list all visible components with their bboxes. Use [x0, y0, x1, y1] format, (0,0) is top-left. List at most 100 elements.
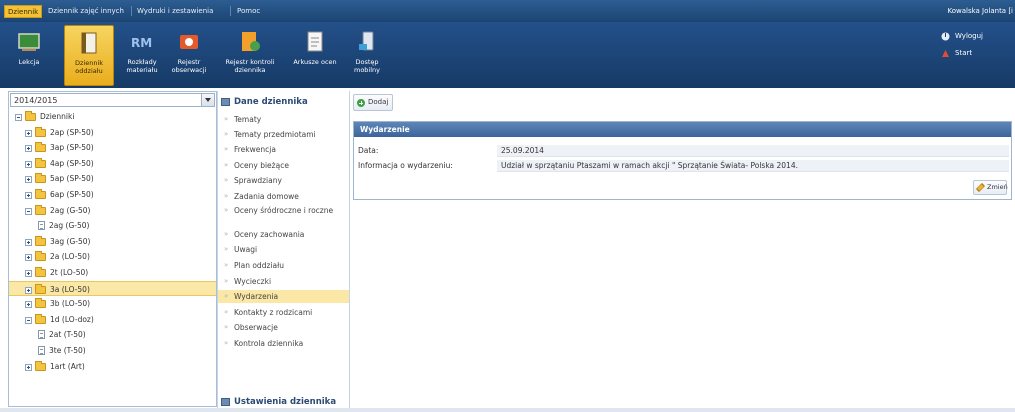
expand-icon[interactable] [25, 363, 32, 371]
section-item[interactable]: » Frekwencja [218, 143, 349, 155]
top-menu-bar: Dziennik Dziennik zajęć innych Wydruki i… [0, 0, 1015, 22]
tree-node[interactable]: 3ag (G-50) [9, 234, 216, 250]
inspection-icon [242, 32, 260, 51]
menu-pomoc[interactable]: Pomoc [234, 5, 263, 18]
tree-node[interactable]: 3ap (SP-50) [9, 140, 216, 156]
expand-icon[interactable] [25, 145, 32, 153]
rozklady-materialu-button[interactable]: RM Rozkłady materiału [117, 25, 167, 86]
tree-node[interactable]: 3b (LO-50) [9, 296, 216, 312]
collapse-icon[interactable] [15, 114, 22, 121]
expand-icon[interactable] [25, 176, 32, 184]
dostep-mobilny-button[interactable]: Dostęp mobilny [342, 25, 392, 86]
section-item[interactable]: » Tematy [218, 113, 349, 125]
tree-node-label: Dzienniki [40, 112, 75, 121]
tree-node-label: 1art (Art) [50, 361, 85, 371]
tree-node-label: 3a (LO-50) [50, 284, 90, 294]
tree-node[interactable]: 6ap (SP-50) [9, 187, 216, 203]
double-chevron-icon: » [224, 323, 229, 331]
user-name[interactable]: Kowalska Jolanta [i [947, 5, 1013, 18]
dziennik-oddzialu-button[interactable]: Dziennik oddziału [64, 25, 114, 86]
expand-icon[interactable] [25, 269, 32, 277]
school-year-select[interactable]: 2014/2015 [10, 93, 215, 107]
tree-node[interactable]: 2ap (SP-50) [9, 125, 216, 141]
section-item-label: Kontrola dziennika [234, 339, 304, 348]
section-item-label: Oceny śródroczne i roczne [234, 206, 334, 215]
folder-icon [35, 235, 46, 246]
add-button[interactable]: Dodaj [353, 94, 393, 111]
double-chevron-icon: » [224, 339, 229, 347]
section-item[interactable]: » Uwagi [218, 243, 349, 255]
section-item-label: Wycieczki [234, 277, 272, 286]
tree-node[interactable]: 2at (T-50) [9, 327, 216, 343]
section-item[interactable]: » Obserwacje [218, 321, 349, 333]
tree-node[interactable]: 2a (LO-50) [9, 249, 216, 265]
section-header-ustawienia-label: Ustawienia dziennika [234, 397, 337, 407]
grade-sheet-icon [307, 31, 323, 52]
section-item[interactable]: » Sprawdziany [218, 174, 349, 186]
expand-icon[interactable] [25, 191, 32, 199]
folder-icon [35, 360, 46, 371]
expand-icon[interactable] [25, 254, 32, 262]
section-item[interactable]: » Zadania domowe [218, 190, 349, 202]
logout-link[interactable]: Wyloguj [939, 30, 1009, 43]
chevron-down-icon[interactable] [201, 94, 214, 106]
double-chevron-icon: » [224, 308, 229, 316]
tree-node-label: 4ap (SP-50) [50, 158, 94, 168]
tree-node[interactable]: 5ap (SP-50) [9, 171, 216, 187]
expand-icon[interactable] [25, 160, 32, 168]
section-item[interactable]: » Kontakty z rodzicami [218, 306, 349, 318]
section-item[interactable]: » Oceny bieżące [218, 159, 349, 171]
lekcja-button[interactable]: Lekcja [4, 25, 54, 86]
tree-node[interactable]: 2ag (G-50) [9, 203, 216, 219]
journal-icon [81, 32, 97, 54]
menu-wydruki[interactable]: Wydruki i zestawienia [134, 5, 216, 18]
event-panel: Wydarzenie Data: 25.09.2014 Informacja o… [353, 121, 1012, 200]
section-item[interactable]: » Wydarzenia [218, 290, 349, 303]
section-item[interactable]: » Kontrola dziennika [218, 337, 349, 349]
tree-node-label: 3b (LO-50) [50, 299, 91, 309]
section-item[interactable]: » Oceny śródroczne i roczne [218, 204, 349, 224]
document-icon [38, 345, 45, 355]
tree-node[interactable]: 1art (Art) [9, 359, 216, 375]
folder-icon [35, 283, 46, 294]
expand-icon[interactable] [25, 301, 32, 309]
rejestr-kontroli-label: Rejestr kontroli dziennika [225, 58, 275, 74]
section-item[interactable]: » Wycieczki [218, 275, 349, 287]
arkusze-ocen-button[interactable]: Arkusze ocen [290, 25, 340, 86]
collapse-icon[interactable] [25, 207, 32, 215]
expand-icon[interactable] [25, 286, 32, 294]
board-icon [18, 33, 40, 51]
rozklady-materialu-label: Rozkłady materiału [126, 58, 158, 74]
menu-dziennik[interactable]: Dziennik [4, 5, 43, 18]
section-header-dane[interactable]: Dane dziennika [218, 93, 349, 111]
section-item-label: Plan oddziału [234, 261, 284, 270]
edit-button[interactable]: Zmień [973, 180, 1008, 195]
rejestr-kontroli-button[interactable]: Rejestr kontroli dziennika [220, 25, 280, 86]
tree-node[interactable]: Dzienniki [9, 109, 216, 125]
tree-node[interactable]: 2ag (G-50) [9, 218, 216, 234]
expand-icon[interactable] [25, 129, 32, 137]
double-chevron-icon: » [224, 292, 229, 300]
tree-node[interactable]: 4ap (SP-50) [9, 156, 216, 172]
collapse-icon[interactable] [25, 316, 32, 324]
section-item[interactable]: » Tematy przedmiotami [218, 128, 349, 140]
rejestr-obserwacji-button[interactable]: Rejestr obserwacji [164, 25, 214, 86]
menu-separator [131, 6, 132, 16]
tree-node[interactable]: 3a (LO-50) [9, 280, 216, 297]
menu-dziennik-zajec-innych[interactable]: Dziennik zajęć innych [45, 5, 127, 18]
mobile-icon [359, 31, 374, 51]
tree-node-label: 2at (T-50) [49, 330, 86, 340]
start-link[interactable]: Start [939, 47, 1009, 60]
schedule-icon: RM [131, 36, 152, 50]
double-chevron-icon: » [224, 245, 229, 253]
double-chevron-icon: » [224, 145, 229, 153]
section-item[interactable]: » Plan oddziału [218, 259, 349, 271]
document-icon [38, 330, 45, 340]
section-item[interactable]: » Oceny zachowania [218, 228, 349, 240]
expand-icon[interactable] [25, 238, 32, 246]
tree-node[interactable]: 1d (LO-doz) [9, 312, 216, 328]
tree-node[interactable]: 2t (LO-50) [9, 265, 216, 281]
section-item-label: Kontakty z rodzicami [234, 308, 313, 317]
tree-node[interactable]: 3te (T-50) [9, 343, 216, 359]
folder-icon [35, 204, 46, 215]
